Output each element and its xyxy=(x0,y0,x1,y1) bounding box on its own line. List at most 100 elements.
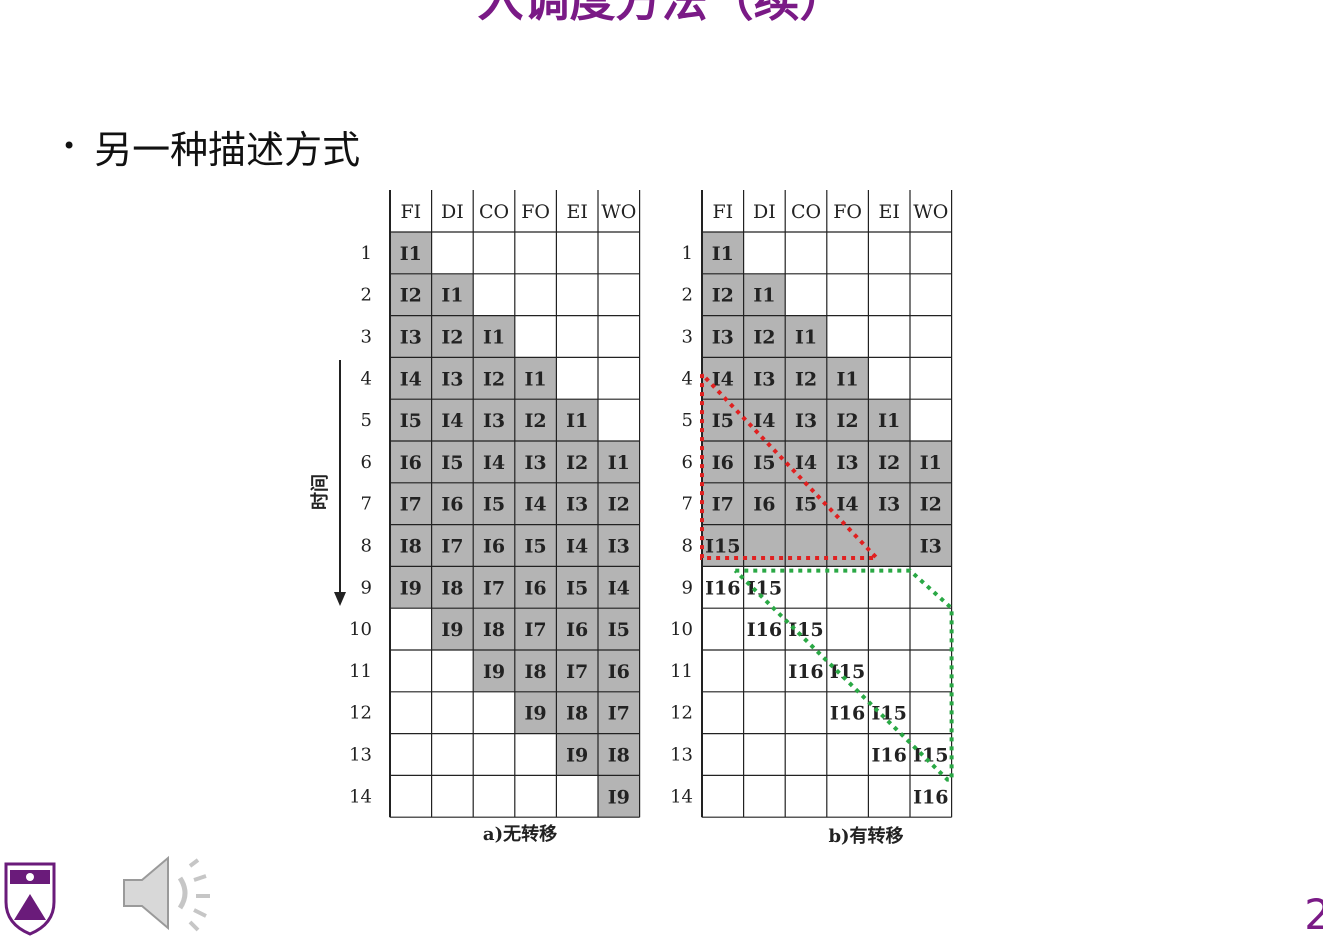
row-label: 13 xyxy=(349,745,372,766)
instruction-cell: I16 xyxy=(747,619,782,641)
row-label: 8 xyxy=(682,536,693,557)
instruction-cell: I15 xyxy=(747,577,782,599)
instruction-cell: I1 xyxy=(525,368,547,390)
instruction-cell: I4 xyxy=(400,368,422,390)
row-label: 8 xyxy=(361,536,372,557)
row-label: 6 xyxy=(682,452,693,473)
instruction-cell: I8 xyxy=(483,619,505,641)
column-header: FO xyxy=(833,201,862,223)
instruction-cell: I1 xyxy=(795,327,817,349)
instruction-cell: I1 xyxy=(920,452,942,474)
instruction-cell: I9 xyxy=(400,577,422,599)
instruction-cell: I2 xyxy=(920,494,942,516)
row-label: 11 xyxy=(670,661,693,682)
column-header: DI xyxy=(441,201,464,223)
instruction-cell: I5 xyxy=(753,452,775,474)
column-header: WO xyxy=(601,201,636,223)
row-label: 7 xyxy=(361,494,372,515)
instruction-cell: I16 xyxy=(830,703,865,725)
row-label: 13 xyxy=(670,745,693,766)
instruction-cell: I2 xyxy=(400,285,422,307)
instruction-cell: I8 xyxy=(441,577,463,599)
instruction-cell: I2 xyxy=(878,452,900,474)
instruction-cell: I7 xyxy=(712,494,734,516)
instruction-cell: I6 xyxy=(441,494,463,516)
instruction-cell: I4 xyxy=(837,494,859,516)
instruction-cell: I1 xyxy=(441,285,463,307)
page-number: 2 xyxy=(1304,890,1323,939)
instruction-cell: I2 xyxy=(525,410,547,432)
instruction-cell: I7 xyxy=(441,536,463,558)
instruction-cell: I4 xyxy=(566,536,588,558)
shaded-cell xyxy=(868,524,910,567)
time-label: 时间 xyxy=(310,474,331,510)
instruction-cell: I2 xyxy=(753,327,775,349)
instruction-cell: I16 xyxy=(788,661,823,683)
pipeline-figure: FI DI CO FO EI WO 1 2 3 4 5 6 7 8 9 10 11 12 13 14 I1 I2 I1 I3 I… xyxy=(300,182,962,854)
row-label: 5 xyxy=(682,410,693,431)
instruction-cell: I4 xyxy=(795,452,817,474)
row-label: 12 xyxy=(670,703,693,724)
instruction-cell: I3 xyxy=(608,536,630,558)
row-label: 9 xyxy=(361,577,372,598)
instruction-cell: I3 xyxy=(566,494,588,516)
instruction-cell: I5 xyxy=(712,410,734,432)
bullet-text: 另一种描述方式 xyxy=(94,127,361,172)
instruction-cell: I5 xyxy=(795,494,817,516)
instruction-cell: I1 xyxy=(878,410,900,432)
instruction-cell: I7 xyxy=(525,619,547,641)
speaker-icon[interactable] xyxy=(118,850,218,936)
instruction-cell: I7 xyxy=(566,661,588,683)
instruction-cell: I2 xyxy=(795,368,817,390)
slide-title: 入调度方法（续） xyxy=(477,0,846,27)
shaded-cell xyxy=(826,524,869,567)
column-header: DI xyxy=(753,201,776,223)
row-label: 10 xyxy=(349,619,372,640)
time-arrow-head xyxy=(334,592,346,606)
instruction-cell: I9 xyxy=(566,745,588,767)
instruction-cell: I7 xyxy=(400,494,422,516)
shaded-cell xyxy=(785,524,827,567)
instruction-cell: I5 xyxy=(525,536,547,558)
row-label: 3 xyxy=(682,327,693,348)
instruction-cell: I3 xyxy=(400,327,422,349)
instruction-cell: I5 xyxy=(483,494,505,516)
instruction-cell: I8 xyxy=(525,661,547,683)
instruction-cell: I6 xyxy=(483,536,505,558)
instruction-cell: I8 xyxy=(400,536,422,558)
caption-no-transfer: a)无转移 xyxy=(483,823,557,845)
instruction-cell: I2 xyxy=(483,368,505,390)
instruction-cell: I2 xyxy=(441,327,463,349)
instruction-cell: I6 xyxy=(566,619,588,641)
instruction-cell: I16 xyxy=(913,786,948,808)
instruction-cell: I6 xyxy=(712,452,734,474)
instruction-cell: I1 xyxy=(400,243,422,265)
instruction-cell: I6 xyxy=(400,452,422,474)
row-label: 14 xyxy=(349,786,372,807)
column-header: FO xyxy=(521,201,550,223)
time-axis: 时间 xyxy=(310,360,346,606)
instruction-cell: I9 xyxy=(525,703,547,725)
instruction-cell: I3 xyxy=(920,536,942,558)
instruction-cell: I6 xyxy=(608,661,630,683)
instruction-cell: I4 xyxy=(753,410,775,432)
instruction-cell: I1 xyxy=(608,452,630,474)
instruction-cell: I9 xyxy=(441,619,463,641)
bullet-dot: • xyxy=(62,132,77,160)
instruction-cell: I3 xyxy=(795,410,817,432)
instruction-cell: I2 xyxy=(608,494,630,516)
column-header: WO xyxy=(913,201,948,223)
instruction-cell: I2 xyxy=(837,410,859,432)
instruction-cell: I9 xyxy=(608,786,630,808)
instruction-cell: I1 xyxy=(753,285,775,307)
instruction-cell: I3 xyxy=(483,410,505,432)
column-header: CO xyxy=(791,201,821,223)
instruction-cell: I1 xyxy=(712,243,734,265)
instruction-cell: I4 xyxy=(525,494,547,516)
column-header: FI xyxy=(400,201,421,223)
instruction-cell: I15 xyxy=(830,661,865,683)
instruction-cell: I4 xyxy=(608,577,630,599)
instruction-cell: I2 xyxy=(712,285,734,307)
instruction-cell: I5 xyxy=(441,452,463,474)
instruction-cell: I3 xyxy=(712,327,734,349)
